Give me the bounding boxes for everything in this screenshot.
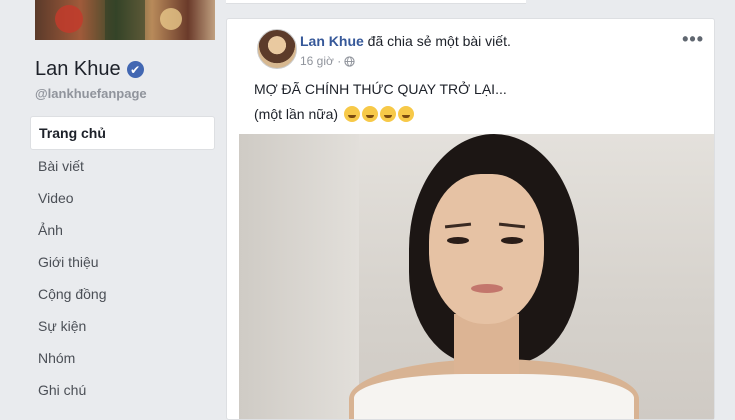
globe-icon <box>344 55 355 67</box>
nav-item-notes[interactable]: Ghi chú <box>30 374 215 406</box>
nav-item-videos[interactable]: Video <box>30 182 215 214</box>
post-photo[interactable] <box>239 134 714 419</box>
page-sidebar: Lan Khue ✔ @lankhuefanpage Trang chủ Bài… <box>0 0 225 408</box>
more-options-icon[interactable]: ••• <box>682 29 704 50</box>
right-margin <box>731 0 735 408</box>
page-handle: @lankhuefanpage <box>35 86 147 101</box>
post-timestamp[interactable]: 16 giờ · <box>300 54 341 68</box>
post-header: Lan Khue đã chia sẻ một bài viết. <box>300 33 511 49</box>
rofl-emoji-icon <box>398 106 415 122</box>
cover-decor <box>105 0 145 40</box>
page-nav: Trang chủ Bài viết Video Ảnh Giới thiệu … <box>30 116 215 406</box>
photo-detail <box>429 174 544 324</box>
nav-item-groups[interactable]: Nhóm <box>30 342 215 374</box>
photo-background <box>239 134 359 419</box>
post-action-text: đã chia sẻ một bài viết. <box>367 33 511 49</box>
nav-item-about[interactable]: Giới thiệu <box>30 246 215 278</box>
cover-photo[interactable] <box>35 0 215 40</box>
avatar[interactable] <box>257 29 297 69</box>
post-text-line2-text: (một lần nữa) <box>254 106 339 122</box>
photo-detail <box>447 237 469 244</box>
page-name-text[interactable]: Lan Khue <box>35 58 121 81</box>
laughing-emoji-icon <box>380 106 397 122</box>
post-text-line1: MỢ ĐÃ CHÍNH THỨC QUAY TRỞ LẠI... <box>254 81 507 97</box>
photo-detail <box>501 237 523 244</box>
cover-decor <box>55 5 83 33</box>
nav-item-home[interactable]: Trang chủ <box>30 116 215 150</box>
nav-item-events[interactable]: Sự kiện <box>30 310 215 342</box>
post-meta: 16 giờ · <box>300 54 355 68</box>
composer-edge <box>226 0 526 4</box>
nav-item-photos[interactable]: Ảnh <box>30 214 215 246</box>
author-name-link[interactable]: Lan Khue <box>300 33 364 49</box>
cover-decor <box>160 8 182 30</box>
rofl-emoji-icon <box>362 106 379 122</box>
post-text-line2: (một lần nữa) <box>254 106 415 122</box>
nav-item-posts[interactable]: Bài viết <box>30 150 215 182</box>
verified-badge-icon: ✔ <box>126 61 144 78</box>
laughing-emoji-icon <box>344 106 361 122</box>
page-title[interactable]: Lan Khue ✔ <box>35 58 144 81</box>
photo-detail <box>471 284 503 293</box>
photo-detail <box>354 374 634 419</box>
post-card: Lan Khue đã chia sẻ một bài viết. 16 giờ… <box>226 18 715 420</box>
nav-item-community[interactable]: Cộng đồng <box>30 278 215 310</box>
